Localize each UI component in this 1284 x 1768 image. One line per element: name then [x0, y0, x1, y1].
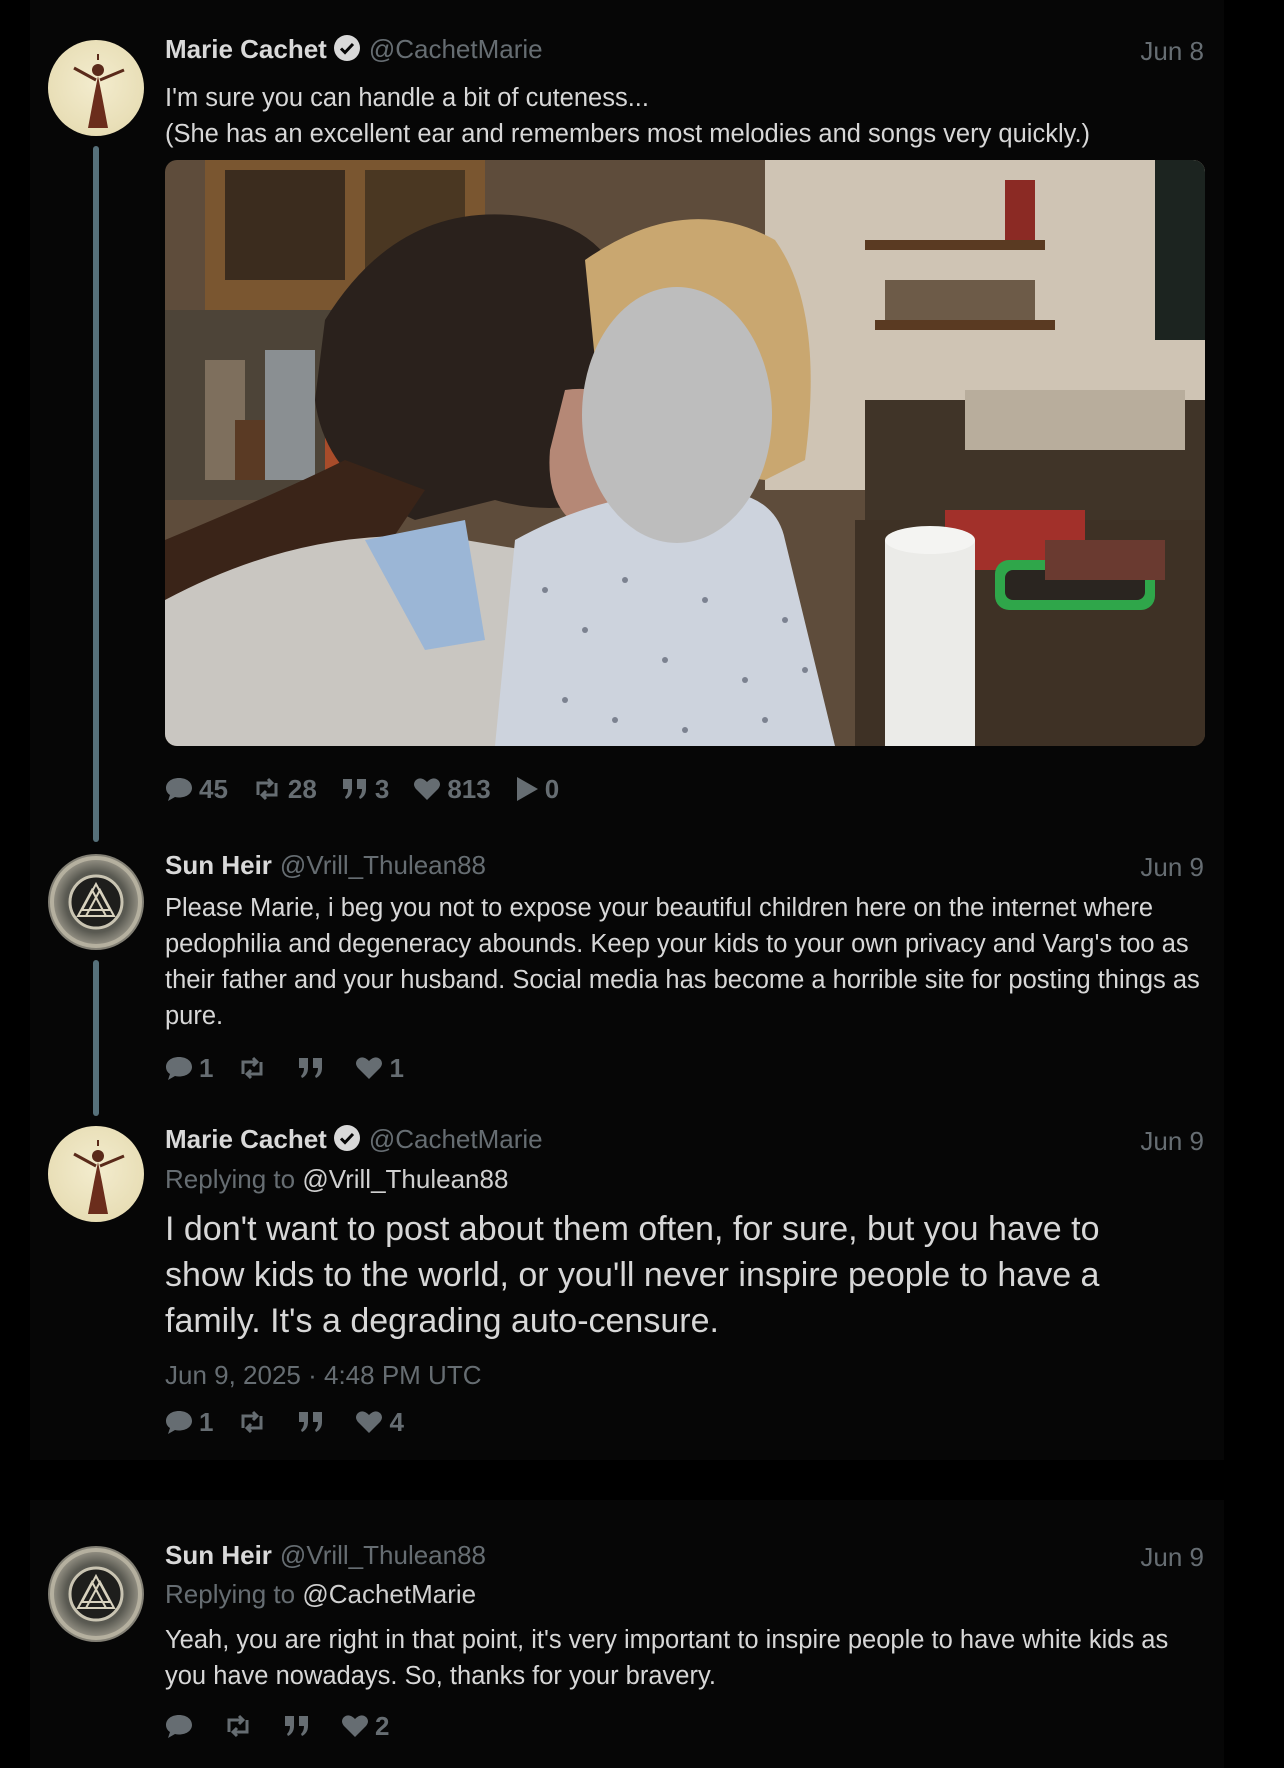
heart-icon [342, 1715, 368, 1737]
verified-badge-icon [333, 1125, 360, 1151]
tweet-timestamp[interactable]: Jun 9, 2025 · 4:48 PM UTC [165, 1360, 481, 1391]
like-count: 4 [389, 1406, 404, 1437]
like-count: 2 [375, 1710, 390, 1741]
tweet-2[interactable]: Sun Heir @Vrill_Thulean88 Jun 9 Please Ma… [30, 840, 1224, 1116]
retweet-icon [241, 1410, 263, 1434]
replying-label: Replying to [165, 1579, 296, 1609]
avatar[interactable] [48, 40, 144, 136]
tweet-header: Marie Cachet @CachetMarie [165, 34, 543, 70]
comment-icon [166, 1715, 192, 1738]
comment-count: 1 [199, 1052, 214, 1083]
comment-icon [166, 778, 192, 801]
tweet-header: Marie Cachet @CachetMarie [165, 1124, 543, 1160]
quote-icon [285, 1716, 308, 1736]
dancer-figure-icon [73, 54, 125, 128]
photo-kitchen-scene [165, 160, 1205, 746]
retweet-icon [256, 777, 278, 801]
valknut-emblem-icon [50, 856, 142, 948]
tweet-date[interactable]: Jun 9 [1140, 1542, 1204, 1573]
retweet-button[interactable]: 28 [252, 774, 317, 805]
comment-button[interactable] [165, 1713, 199, 1739]
dancer-figure-icon [73, 1140, 125, 1214]
tweet-stats: 1 4 [165, 1404, 428, 1440]
replying-handle-link[interactable]: @CachetMarie [302, 1579, 476, 1609]
avatar[interactable] [48, 854, 144, 950]
avatar[interactable] [48, 1126, 144, 1222]
verified-badge-icon [333, 35, 360, 61]
tweet-1[interactable]: Marie Cachet @CachetMarie Jun 8 I'm sure … [30, 0, 1224, 842]
play-button[interactable]: 0 [515, 774, 559, 805]
heart-icon [356, 1411, 383, 1433]
tweet-image[interactable] [165, 160, 1205, 746]
tweet-stats: 45 28 3 813 0 [165, 771, 583, 807]
author-name[interactable]: Sun Heir [165, 1540, 272, 1570]
quote-icon [299, 1412, 323, 1432]
replying-to: Replying to @CachetMarie [165, 1579, 476, 1610]
retweet-button[interactable] [237, 1056, 273, 1080]
comment-icon [166, 1411, 192, 1434]
comment-button[interactable]: 1 [165, 1407, 213, 1438]
valknut-emblem-icon [50, 1548, 142, 1640]
tweet-text: Please Marie, i beg you not to expose yo… [165, 894, 1200, 1030]
tweet-date[interactable]: Jun 9 [1140, 852, 1204, 883]
author-handle[interactable]: @CachetMarie [369, 1124, 543, 1154]
quote-button[interactable] [297, 1056, 331, 1080]
author-handle[interactable]: @Vrill_Thulean88 [280, 850, 486, 880]
like-button[interactable]: 4 [355, 1406, 404, 1438]
play-count: 0 [544, 773, 560, 804]
play-icon [516, 777, 538, 801]
author-handle[interactable]: @CachetMarie [369, 34, 543, 64]
thread-line [93, 960, 99, 1116]
tweet-text-line-2: (She has an excellent ear and remembers … [165, 120, 1091, 148]
quote-button[interactable]: 3 [341, 774, 389, 805]
tweet-4[interactable]: Sun Heir @Vrill_Thulean88 Jun 9 Replying … [30, 1500, 1224, 1768]
like-button[interactable]: 813 [413, 773, 491, 805]
comment-button[interactable]: 1 [165, 1053, 213, 1084]
retweet-button[interactable] [223, 1714, 259, 1738]
tweet-date[interactable]: Jun 9 [1140, 1126, 1204, 1157]
replying-handle-link[interactable]: @Vrill_Thulean88 [302, 1164, 508, 1194]
replying-to: Replying to @Vrill_Thulean88 [165, 1164, 508, 1195]
author-name[interactable]: Sun Heir [165, 850, 272, 880]
tweet-3-main[interactable]: Marie Cachet @CachetMarie Jun 9 Replying … [30, 1110, 1224, 1460]
tweet-text-line-1: I'm sure you can handle a bit of cutenes… [165, 84, 649, 112]
quote-button[interactable] [297, 1410, 331, 1434]
like-button[interactable]: 2 [341, 1711, 389, 1742]
quote-icon [299, 1058, 323, 1078]
retweet-button[interactable] [237, 1410, 273, 1434]
replying-label: Replying to [165, 1164, 296, 1194]
quote-icon [342, 779, 366, 799]
comment-button[interactable]: 45 [165, 774, 228, 805]
author-name[interactable]: Marie Cachet [165, 1124, 327, 1154]
thread-panel: Marie Cachet @CachetMarie Jun 8 I'm sure … [30, 0, 1224, 1460]
comment-icon [166, 1057, 192, 1080]
tweet-header: Sun Heir @Vrill_Thulean88 [165, 850, 486, 886]
quote-button[interactable] [283, 1714, 317, 1738]
tweet-stats: 2 [165, 1708, 413, 1744]
like-count: 813 [447, 773, 491, 804]
quote-count: 3 [374, 773, 390, 804]
heart-icon [356, 1057, 383, 1079]
retweet-icon [241, 1056, 263, 1080]
tweet-text: I don't want to post about them often, f… [165, 1210, 1100, 1340]
like-button[interactable]: 1 [355, 1052, 404, 1084]
tweet-header: Sun Heir @Vrill_Thulean88 [165, 1540, 486, 1576]
thread-line [93, 146, 99, 842]
tweet-stats: 1 1 [165, 1050, 428, 1086]
tweet-date[interactable]: Jun 8 [1140, 36, 1204, 67]
comment-count: 1 [199, 1406, 214, 1437]
retweet-icon [227, 1714, 249, 1738]
tweet-text: Yeah, you are right in that point, it's … [165, 1626, 1169, 1690]
author-name[interactable]: Marie Cachet [165, 34, 327, 64]
comment-count: 45 [199, 773, 228, 804]
author-handle[interactable]: @Vrill_Thulean88 [280, 1540, 486, 1570]
reply-panel: Sun Heir @Vrill_Thulean88 Jun 9 Replying … [30, 1500, 1224, 1768]
avatar[interactable] [48, 1546, 144, 1642]
like-count: 1 [389, 1052, 404, 1083]
heart-icon [414, 778, 441, 800]
retweet-count: 28 [287, 773, 317, 804]
